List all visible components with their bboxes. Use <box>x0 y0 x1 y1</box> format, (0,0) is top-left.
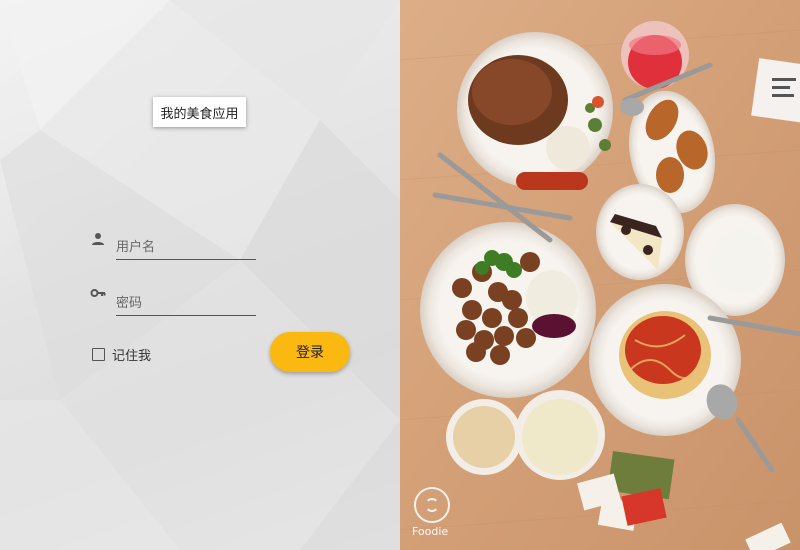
username-input[interactable] <box>116 231 256 260</box>
remember-me[interactable]: 记住我 <box>92 345 151 364</box>
password-input[interactable] <box>116 287 256 316</box>
login-panel: 我的美食应用 记住我 登录 <box>0 0 400 550</box>
person-icon <box>90 231 106 247</box>
app-title: 我的美食应用 <box>160 106 239 122</box>
food-photo-panel: Foodie <box>400 0 800 550</box>
password-field <box>90 287 256 316</box>
remember-label: 记住我 <box>112 349 152 364</box>
camera-ring-icon <box>414 487 450 523</box>
watermark-label: Foodie <box>412 525 449 538</box>
app-title-card: 我的美食应用 <box>153 97 246 127</box>
food-photo <box>400 0 800 550</box>
key-icon <box>90 287 106 303</box>
username-field <box>90 231 256 260</box>
remember-checkbox[interactable] <box>92 348 105 361</box>
login-button[interactable]: 登录 <box>270 332 350 372</box>
background-facets <box>0 0 400 550</box>
camera-watermark: Foodie <box>412 487 452 538</box>
login-button-label: 登录 <box>296 345 324 361</box>
